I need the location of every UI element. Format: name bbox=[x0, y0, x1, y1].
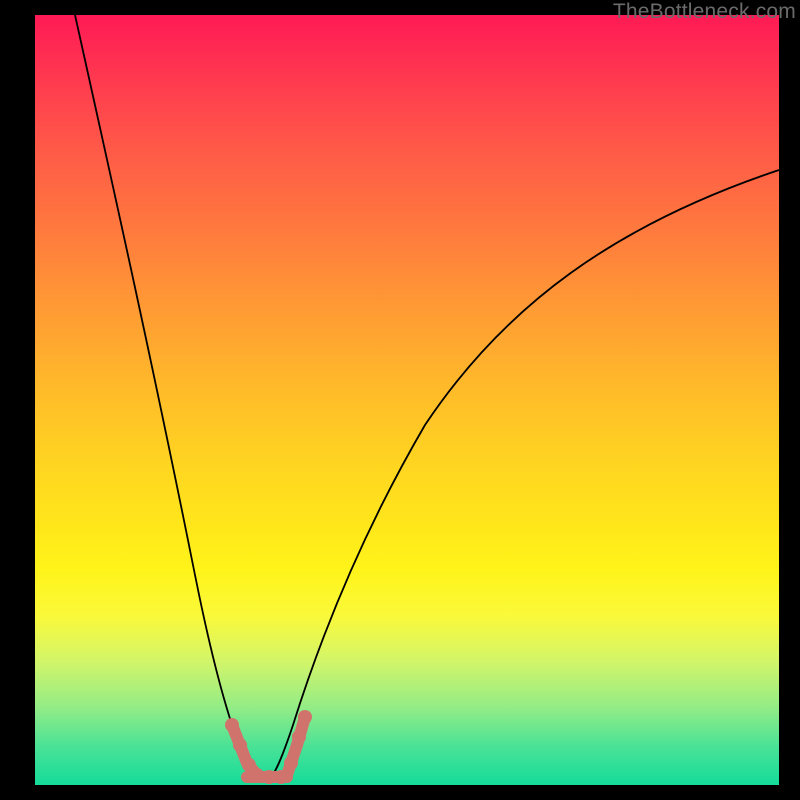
marker-dot bbox=[298, 710, 312, 724]
plot-area bbox=[35, 15, 779, 785]
marker-dot bbox=[250, 768, 264, 782]
curve-right-branch bbox=[269, 170, 779, 779]
watermark-text: TheBottleneck.com bbox=[613, 0, 796, 24]
marker-dot bbox=[284, 756, 298, 770]
marker-dot bbox=[262, 770, 276, 784]
marker-dot bbox=[225, 718, 239, 732]
marker-dot bbox=[274, 770, 288, 784]
bottleneck-curve bbox=[35, 15, 779, 785]
marker-dot bbox=[233, 738, 247, 752]
curve-left-branch bbox=[75, 15, 267, 779]
marker-dot bbox=[292, 730, 306, 744]
